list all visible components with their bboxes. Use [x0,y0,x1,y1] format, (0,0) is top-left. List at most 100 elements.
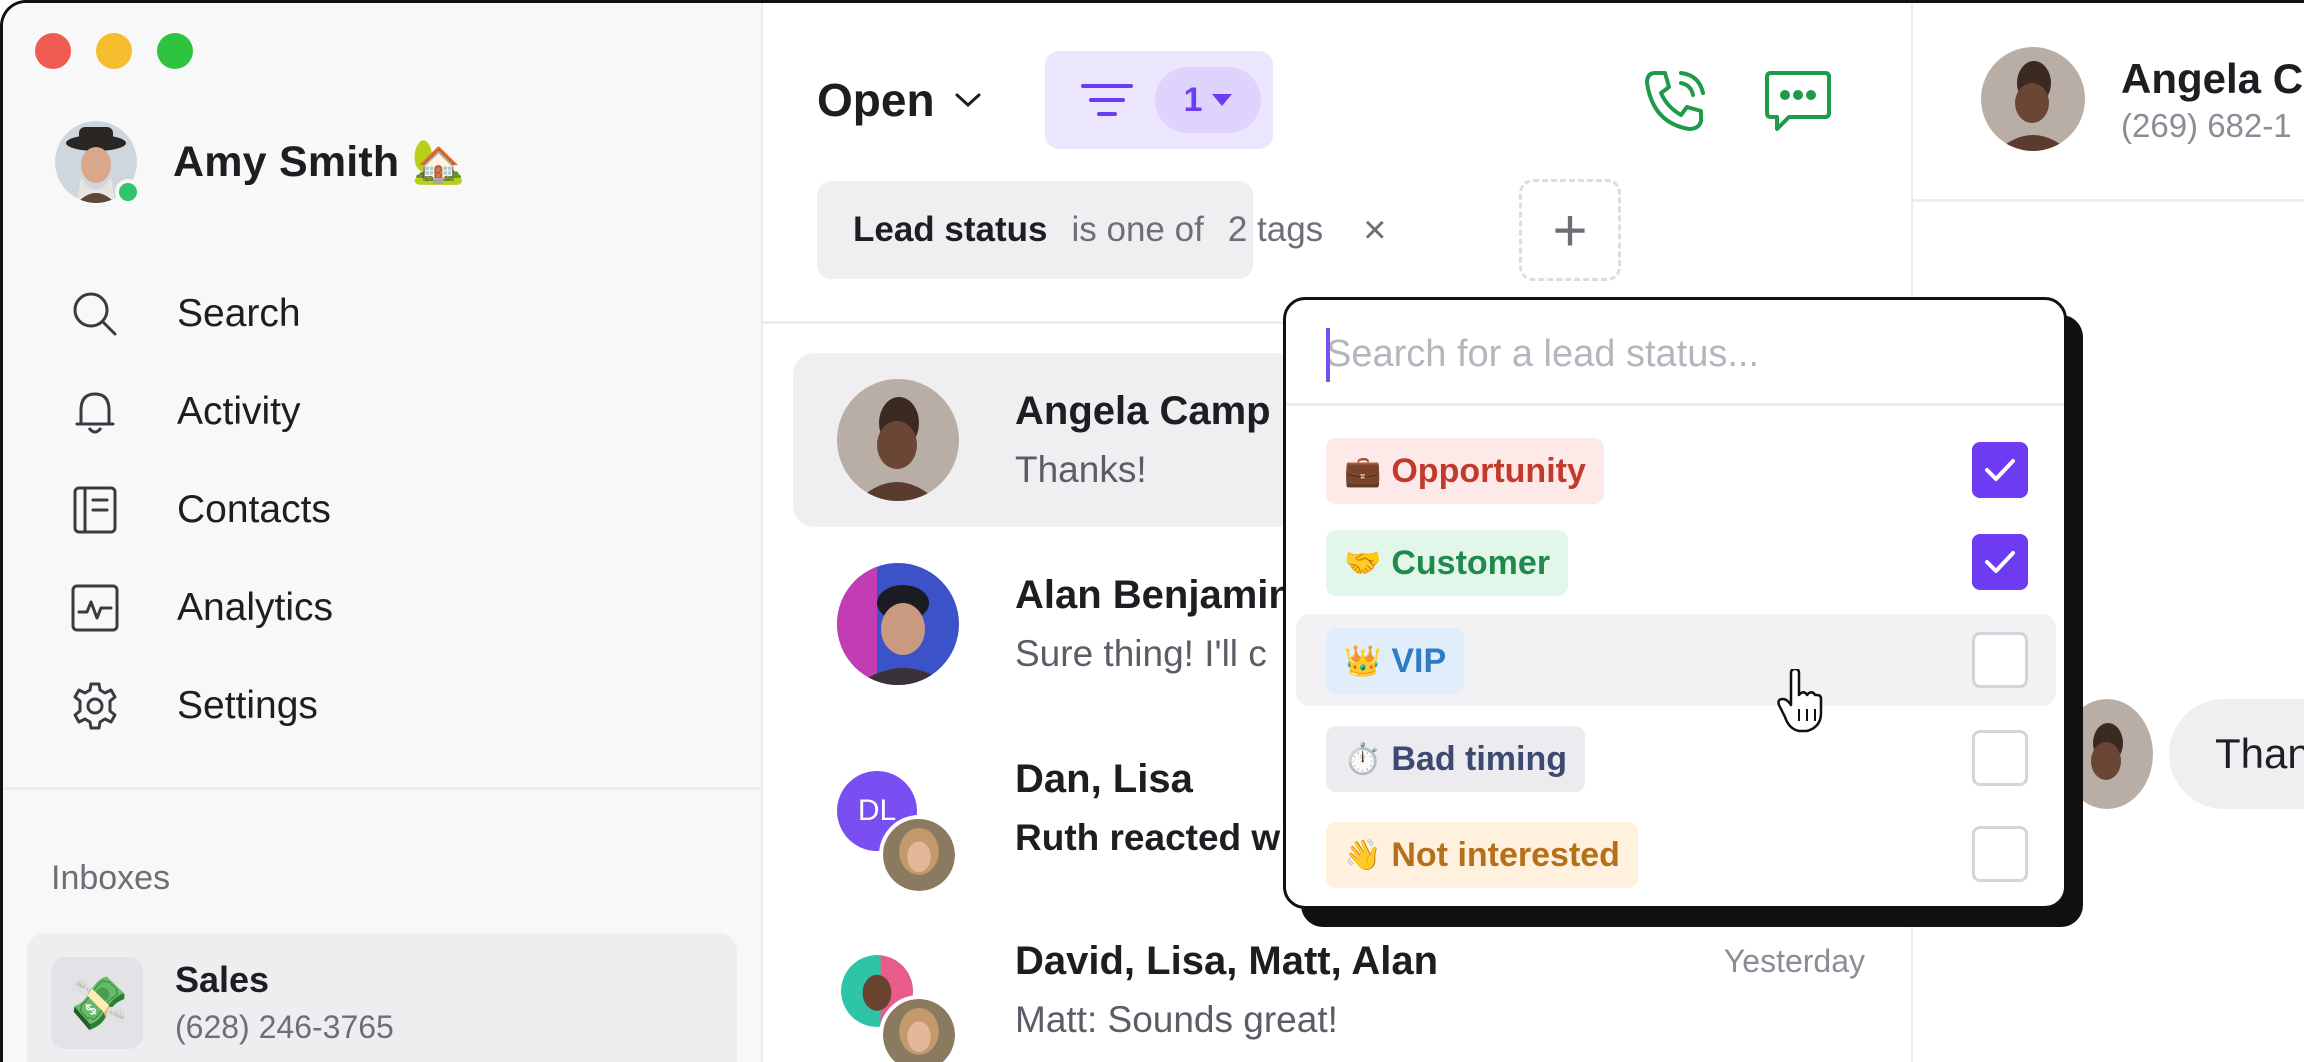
maximize-window-button[interactable] [157,33,193,69]
lead-status-option-bad-timing[interactable]: ⏱️ Bad timing [1296,712,2056,804]
sidebar-item-label: Settings [177,684,318,727]
lead-status-option-not-interested[interactable]: 👋 Not interested [1296,808,2056,900]
bell-icon [75,392,115,434]
status-tag: 👑 VIP [1326,628,1465,694]
conversation-preview: Thanks! [1015,449,1147,490]
stopwatch-icon: ⏱️ [1344,742,1382,776]
sidebar-item-settings[interactable]: Settings [69,657,333,755]
avatar [879,815,959,895]
lead-status-option-opportunity[interactable]: 💼 Opportunity [1296,424,2056,516]
conversation-preview: Matt: Sounds great! [1015,999,1338,1040]
conversation-time: Yesterday [1723,943,1865,979]
status-tag-label: Customer [1391,543,1551,582]
filter-button[interactable]: 1 [1045,51,1273,149]
add-filter-button[interactable]: + [1519,179,1621,281]
option-checkbox[interactable] [1972,534,2028,590]
checkmark-icon [1985,459,2015,481]
checkmark-icon [1985,551,2015,573]
sidebar-item-label: Search [177,292,301,335]
status-tag-label: Not interested [1391,835,1620,874]
avatar [1981,47,2085,151]
contacts-icon [73,486,117,534]
status-tag-label: Bad timing [1391,739,1568,778]
avatar [837,563,959,685]
lead-status-search-input[interactable] [1326,326,2026,382]
minimize-window-button[interactable] [96,33,132,69]
conversation-name: David, Lisa, Matt, Alan [1015,939,1439,983]
conversation-name: Dan, Lisa [1015,757,1193,801]
conversation-preview: Ruth reacted w [1015,817,1281,858]
filter-value[interactable]: 2 tags [1228,210,1323,250]
option-checkbox[interactable] [1972,826,2028,882]
sidebar-item-search[interactable]: Search [69,265,333,363]
filter-field-label: Lead status [853,210,1048,249]
sidebar-item-activity[interactable]: Activity [69,363,333,461]
avatar [55,121,141,205]
briefcase-icon: 💼 [1344,454,1382,488]
option-checkbox[interactable] [1972,730,2028,786]
inbox-name: Sales [175,959,270,1000]
sidebar: Amy Smith 🏡 Search Activity Contacts Ana… [3,3,763,1062]
text-cursor [1326,328,1330,382]
status-dropdown[interactable]: Open [817,73,983,127]
user-emoji: 🏡 [411,138,466,186]
close-window-button[interactable] [35,33,71,69]
contact-phone: (269) 682-1 [2121,107,2292,144]
avatar [879,995,959,1062]
app-window: Amy Smith 🏡 Search Activity Contacts Ana… [0,0,2304,1062]
message-text: Than [2215,730,2304,777]
avatar [837,379,959,501]
status-dropdown-label: Open [817,74,935,126]
crown-icon: 👑 [1344,644,1382,678]
online-status-dot [115,179,141,205]
inbox-phone: (628) 246-3765 [175,1009,394,1045]
user-name-text: Amy Smith [173,138,400,186]
lead-status-option-vip[interactable]: 👑 VIP [1296,614,2056,706]
lead-status-dropdown: 💼 Opportunity 🤝 Customer 👑 VIP [1283,297,2067,909]
dropdown-search [1286,300,2064,406]
analytics-icon [71,584,119,632]
option-checkbox[interactable] [1972,632,2028,688]
lead-status-filter-chip[interactable]: Lead status is one of 2 tags × [817,181,1387,279]
money-icon: 💸 [51,957,143,1049]
filter-icon [1081,84,1133,116]
sidebar-nav: Search Activity Contacts Analytics Setti… [69,265,333,755]
status-tag: 💼 Opportunity [1326,438,1604,504]
caret-down-icon [1212,94,1233,106]
conversation-name: Alan Benjamin [1015,573,1293,617]
inbox-item-sales[interactable]: 💸 Sales (628) 246-3765 [27,933,737,1062]
group-avatar [837,929,959,1062]
filter-count: 1 [1183,80,1203,119]
handshake-icon: 🤝 [1344,546,1382,580]
sidebar-divider [3,787,763,790]
chevron-down-icon [955,93,981,108]
filter-operator[interactable]: is one of [1072,210,1204,250]
search-icon [73,292,117,336]
contact-name: Angela C [2121,55,2304,102]
filter-count-badge[interactable]: 1 [1155,67,1261,133]
group-avatar: DL [837,747,959,895]
status-tag: 👋 Not interested [1326,822,1638,888]
status-tag: 🤝 Customer [1326,530,1569,596]
status-tag-label: VIP [1391,641,1447,680]
status-tag-label: Opportunity [1391,451,1586,490]
sidebar-item-label: Analytics [177,586,334,629]
user-name: Amy Smith 🏡 [173,137,465,187]
sidebar-item-label: Contacts [177,488,331,531]
conversation-name: Angela Camp [1015,389,1271,433]
message-bubble: Than [2169,699,2304,809]
sidebar-item-analytics[interactable]: Analytics [69,559,333,657]
message-icon[interactable] [1763,65,1833,135]
option-checkbox[interactable] [1972,442,2028,498]
hand-pointer-icon [1777,669,1823,733]
sidebar-item-contacts[interactable]: Contacts [69,461,333,559]
user-profile[interactable]: Amy Smith 🏡 [55,121,465,205]
status-tag: ⏱️ Bad timing [1326,726,1586,792]
waving-hand-icon: 👋 [1344,838,1382,872]
sidebar-item-label: Activity [177,390,301,433]
remove-filter-button[interactable]: × [1363,208,1386,253]
phone-call-icon[interactable] [1641,65,1711,135]
gear-icon [73,682,117,730]
window-controls [35,33,193,69]
lead-status-option-customer[interactable]: 🤝 Customer [1296,516,2056,608]
